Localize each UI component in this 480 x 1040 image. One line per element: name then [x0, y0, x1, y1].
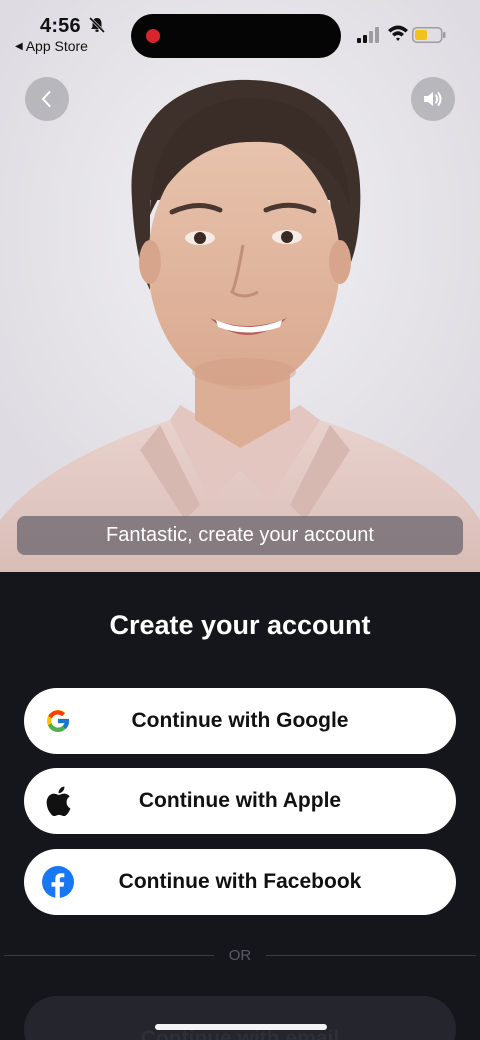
google-button-label: Continue with Google: [131, 709, 349, 732]
bell-muted-icon: [88, 16, 106, 34]
recording-indicator-icon: [146, 29, 160, 43]
continue-with-apple-button[interactable]: Continue with Apple: [24, 768, 456, 834]
wifi-icon: [388, 25, 408, 41]
or-label: OR: [228, 947, 252, 964]
apple-logo-icon: [42, 785, 74, 817]
status-time: 4:56: [40, 15, 81, 37]
video-area: 4:56 ◀ App Store Fantastic, create your …: [0, 0, 480, 572]
sheet-title: Create your account: [109, 610, 371, 640]
continue-with-email-button[interactable]: Continue with email: [24, 996, 456, 1040]
back-app-label: App Store: [25, 38, 88, 54]
chevron-left-icon: [42, 91, 51, 107]
back-button[interactable]: [25, 77, 69, 121]
facebook-logo-icon: [42, 866, 74, 898]
google-logo-icon: [42, 705, 74, 737]
continue-with-facebook-button[interactable]: Continue with Facebook: [24, 849, 456, 915]
facebook-button-label: Continue with Facebook: [118, 870, 362, 893]
auth-sheet: Create your account Continue with Google…: [0, 572, 480, 1040]
divider-line: [266, 955, 476, 956]
or-divider: OR: [0, 945, 480, 967]
presenter-video-frame: [0, 0, 480, 572]
status-bar: 4:56 ◀ App Store: [0, 0, 480, 64]
continue-with-google-button[interactable]: Continue with Google: [24, 688, 456, 754]
dynamic-island: [131, 14, 341, 58]
divider-line: [4, 955, 214, 956]
apple-button-label: Continue with Apple: [138, 789, 342, 812]
sound-toggle-button[interactable]: [411, 77, 455, 121]
back-to-app-store-link[interactable]: ◀ App Store: [15, 38, 88, 54]
battery-low-power-icon: [412, 27, 446, 43]
video-caption: Fantastic, create your account: [17, 516, 463, 555]
cellular-signal-icon: [357, 27, 379, 43]
back-triangle-icon: ◀: [15, 40, 23, 52]
speaker-volume-icon: [424, 92, 442, 106]
home-indicator[interactable]: [155, 1024, 327, 1030]
